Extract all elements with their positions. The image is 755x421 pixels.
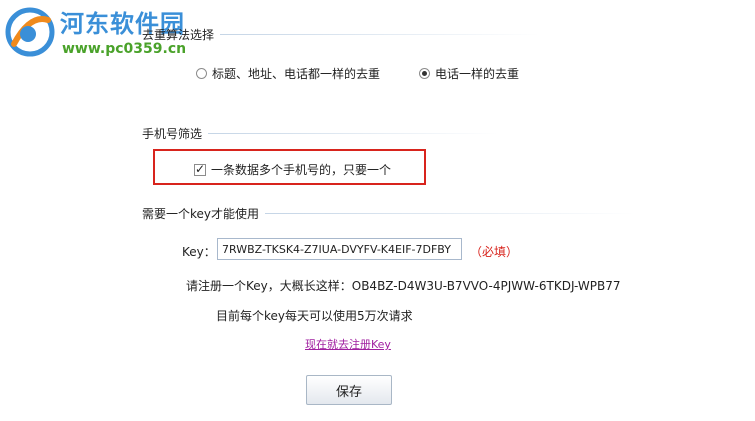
section-divider: [220, 34, 541, 35]
key-header-label: 需要一个key才能使用: [142, 207, 260, 221]
radio-option-phone-match[interactable]: 电话一样的去重: [419, 65, 519, 82]
key-label: Key：: [182, 245, 216, 259]
radio-option-label: 标题、地址、电话都一样的去重: [212, 67, 381, 81]
register-hint: 请注册一个Key，大概长这样：OB4BZ-D4W3U-B7VVO-4PJWW-6…: [186, 279, 621, 293]
section-divider: [208, 133, 499, 134]
radio-unselected-icon[interactable]: [196, 68, 207, 79]
phone-filter-header-label: 手机号筛选: [142, 127, 203, 141]
daily-limit-note: 目前每个key每天可以使用5万次请求: [216, 309, 413, 323]
radio-option-label: 电话一样的去重: [435, 67, 520, 81]
checkbox-checked-icon[interactable]: [194, 162, 206, 176]
checkbox-label: 一条数据多个手机号的，只要一个: [211, 163, 392, 177]
single-phone-checkbox-row[interactable]: 一条数据多个手机号的，只要一个: [194, 161, 391, 178]
watermark-url: www.pc0359.cn: [62, 41, 187, 57]
radio-selected-icon[interactable]: [419, 68, 430, 79]
dedupe-header-label: 去重算法选择: [142, 28, 215, 42]
watermark-logo-icon: [5, 7, 55, 57]
register-key-link[interactable]: 现在就去注册Key: [305, 336, 391, 352]
section-divider: [265, 213, 636, 214]
phone-filter-section-header: 手机号筛选: [142, 125, 499, 142]
key-section-header: 需要一个key才能使用: [142, 205, 636, 222]
dedupe-section-header: 去重算法选择: [142, 26, 541, 43]
key-input[interactable]: [217, 238, 462, 260]
save-button[interactable]: 保存: [306, 375, 392, 405]
required-note: （必填）: [470, 245, 519, 259]
radio-option-all-match[interactable]: 标题、地址、电话都一样的去重: [196, 65, 380, 82]
